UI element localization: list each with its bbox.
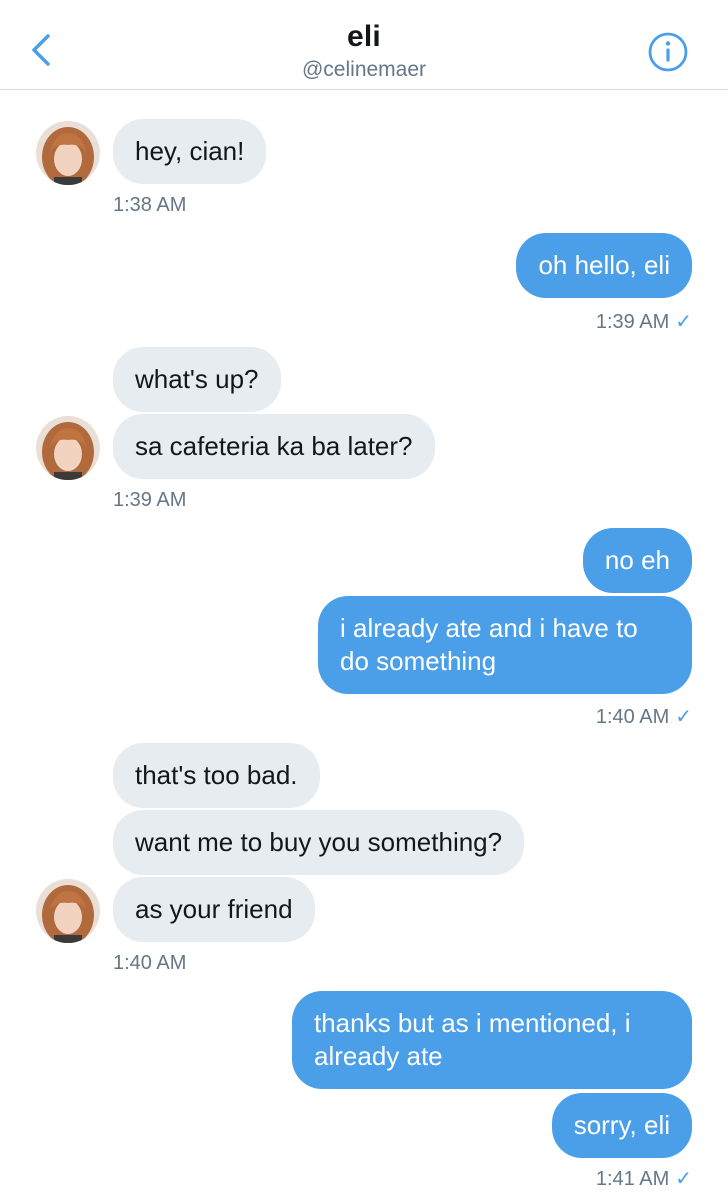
message-bubble-incoming[interactable]: hey, cian! (113, 119, 267, 184)
message-bubble-outgoing[interactable]: i already ate and i have to do something (318, 596, 692, 694)
read-check-icon: ✓ (675, 706, 692, 728)
message-timestamp: 1:40 AM (595, 706, 670, 728)
conversation-name[interactable]: eli (0, 20, 728, 54)
contact-avatar[interactable] (36, 416, 100, 480)
conversation-handle[interactable]: @celinemaer (0, 58, 728, 82)
message-timestamp: 1:39 AM (595, 311, 670, 333)
message-timestamp: 1:41 AM (595, 1168, 670, 1190)
message-bubble-incoming[interactable]: want me to buy you something? (113, 810, 525, 875)
message-bubble-outgoing[interactable]: thanks but as i mentioned, i already ate (292, 991, 692, 1089)
message-bubble-incoming[interactable]: as your friend (113, 877, 315, 942)
message-timestamp-row: 1:41 AM ✓ (596, 1166, 692, 1191)
message-bubble-outgoing[interactable]: oh hello, eli (516, 233, 692, 298)
message-timestamp: 1:39 AM (113, 489, 187, 511)
message-timestamp: 1:40 AM (113, 952, 187, 974)
message-bubble-incoming[interactable]: sa cafeteria ka ba later? (113, 414, 435, 479)
info-icon[interactable] (646, 30, 690, 74)
read-check-icon: ✓ (675, 1168, 692, 1190)
message-bubble-incoming[interactable]: that's too bad. (113, 743, 320, 808)
message-timestamp-row: 1:40 AM ✓ (596, 704, 692, 729)
message-bubble-incoming[interactable]: what's up? (113, 347, 281, 412)
message-timestamp: 1:38 AM (113, 194, 187, 216)
read-check-icon: ✓ (675, 311, 692, 333)
message-timestamp-row: 1:39 AM ✓ (596, 309, 692, 334)
contact-avatar[interactable] (36, 121, 100, 185)
message-bubble-outgoing[interactable]: no eh (582, 528, 692, 593)
message-bubble-outgoing[interactable]: sorry, eli (551, 1093, 692, 1158)
conversation-header: eli @celinemaer (0, 0, 728, 90)
contact-avatar[interactable] (36, 879, 100, 943)
